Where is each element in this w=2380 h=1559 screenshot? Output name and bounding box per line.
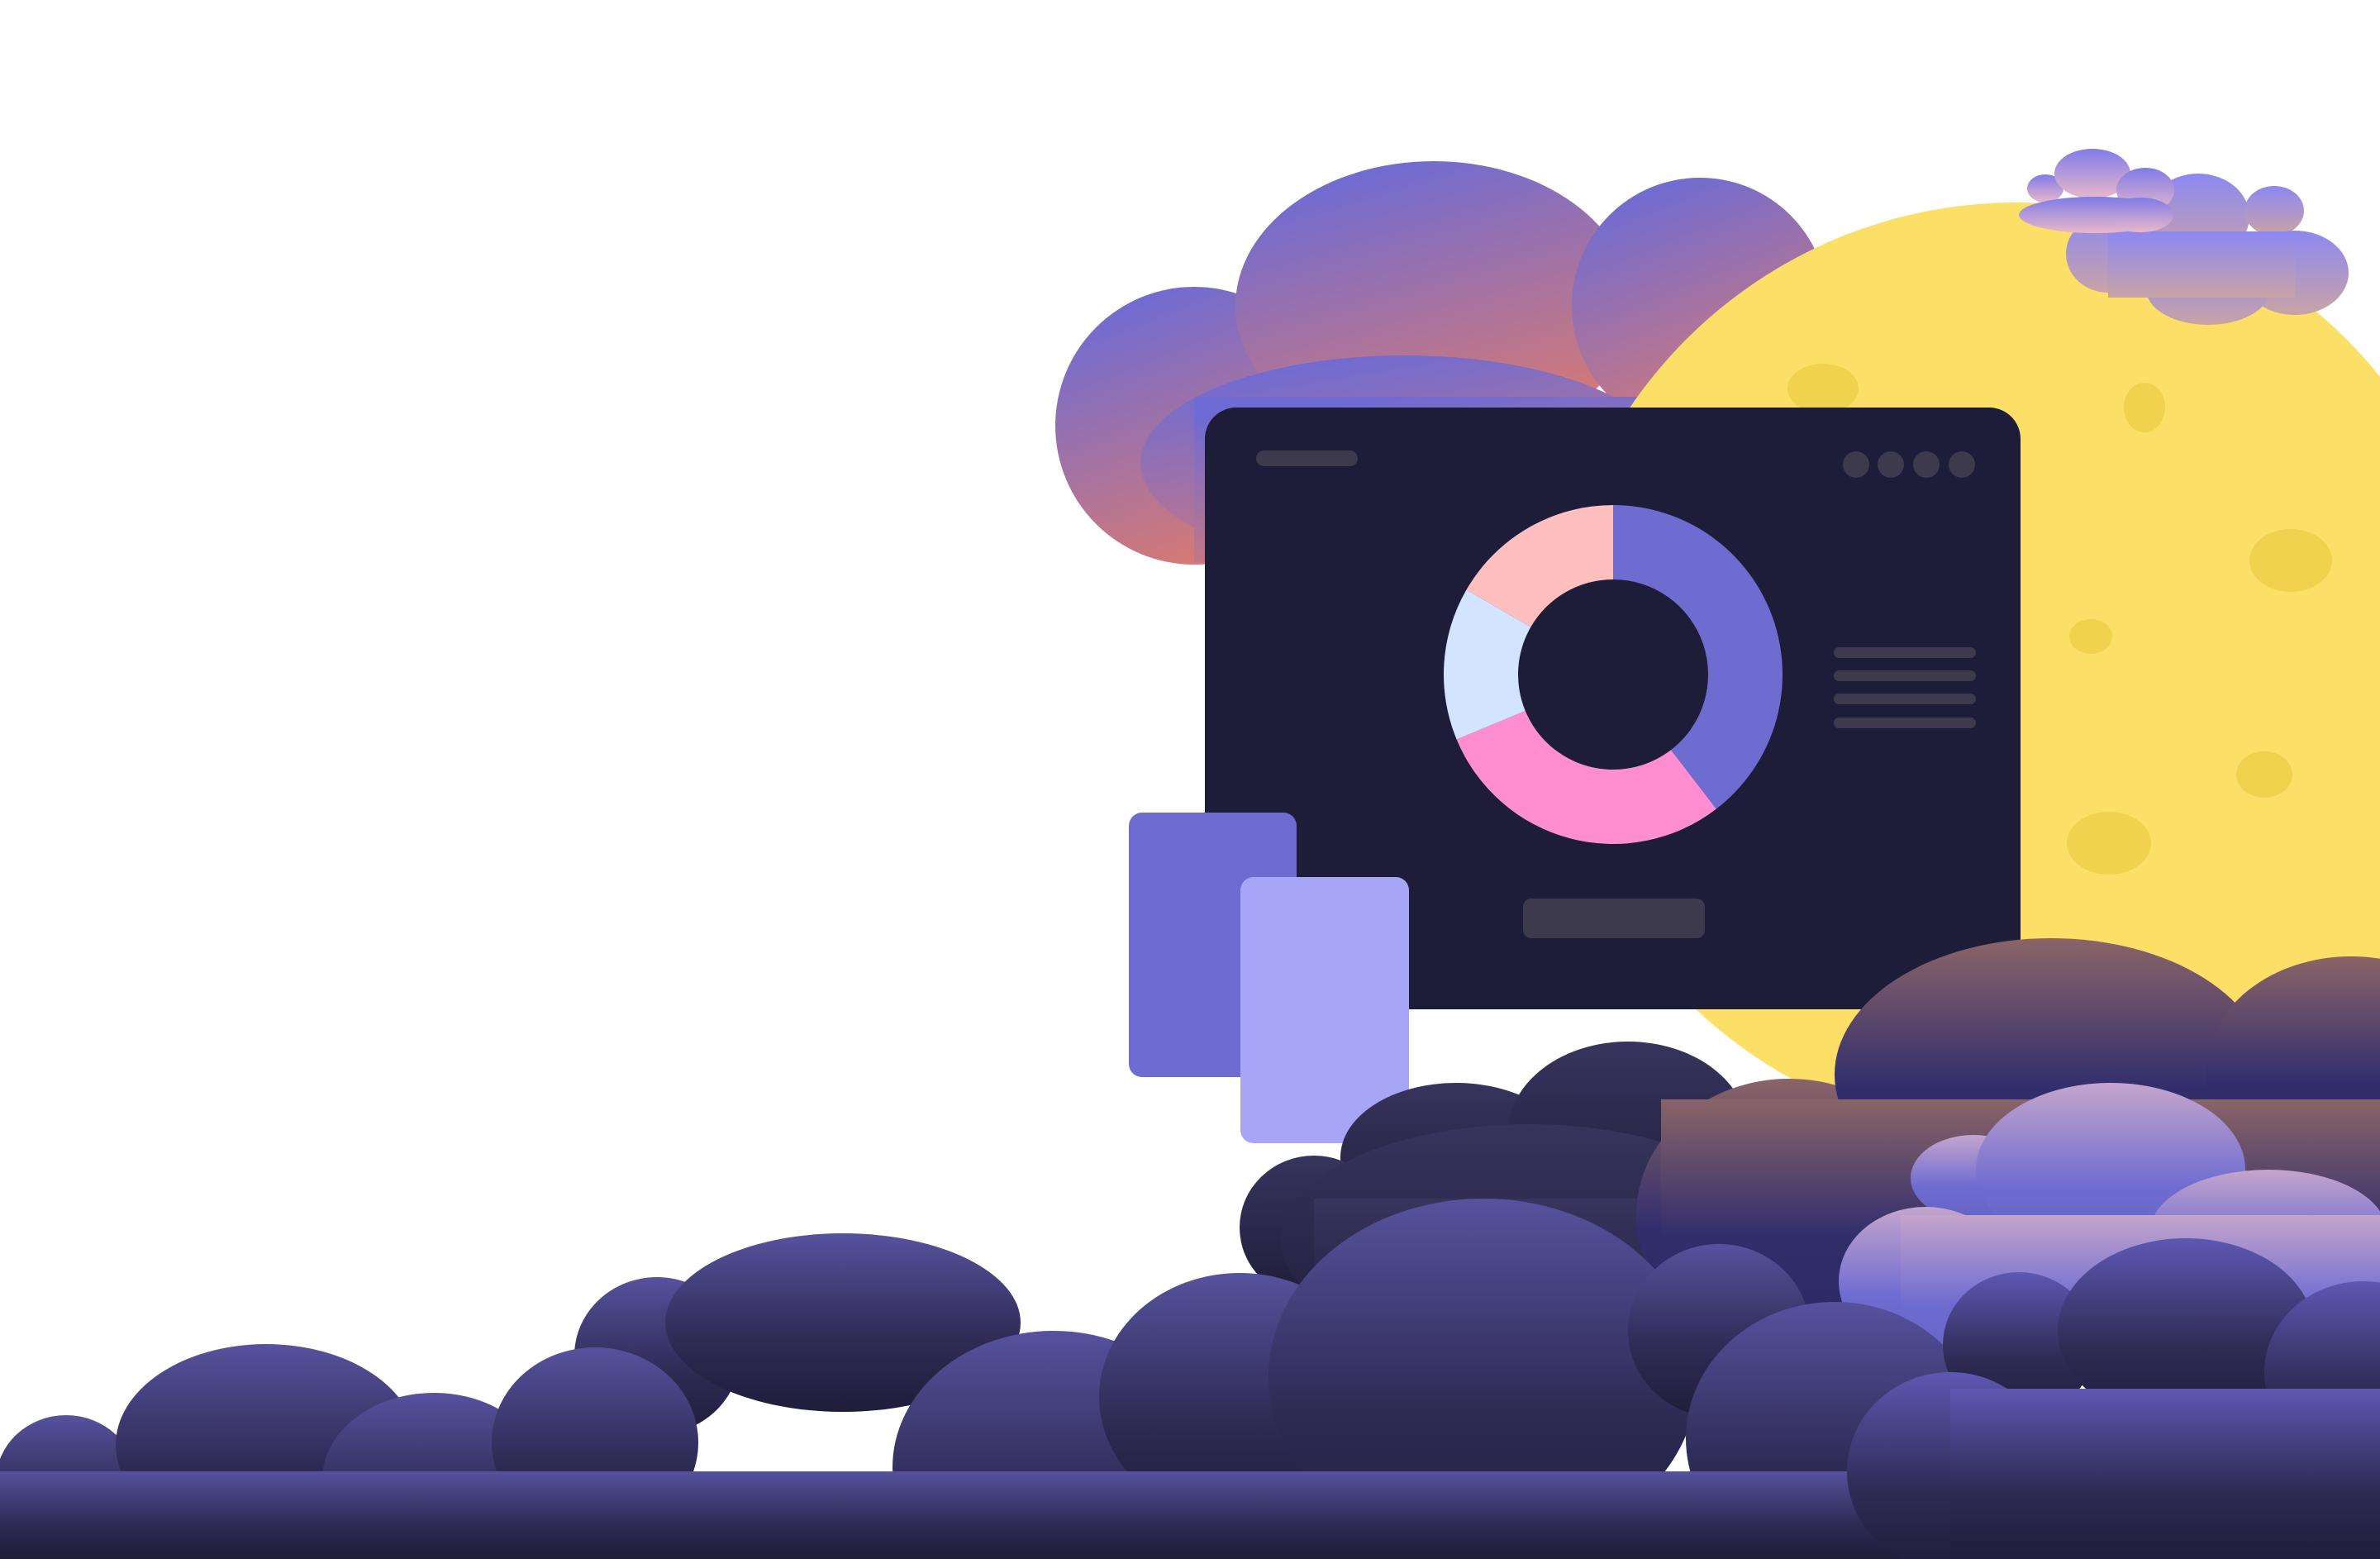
dot-icon[interactable] bbox=[1949, 451, 1975, 478]
dot-icon[interactable] bbox=[1878, 451, 1904, 478]
window-title-placeholder bbox=[1256, 451, 1358, 466]
legend-line bbox=[1834, 694, 1976, 704]
illustration-scene bbox=[0, 149, 2380, 1559]
legend-line bbox=[1834, 718, 1976, 728]
dot-icon[interactable] bbox=[1843, 451, 1869, 478]
legend-line bbox=[1834, 670, 1976, 681]
action-button-placeholder[interactable] bbox=[1523, 899, 1705, 938]
tiny-cloud bbox=[2019, 149, 2174, 233]
dot-icon[interactable] bbox=[1913, 451, 1940, 478]
legend-line bbox=[1834, 647, 1976, 658]
